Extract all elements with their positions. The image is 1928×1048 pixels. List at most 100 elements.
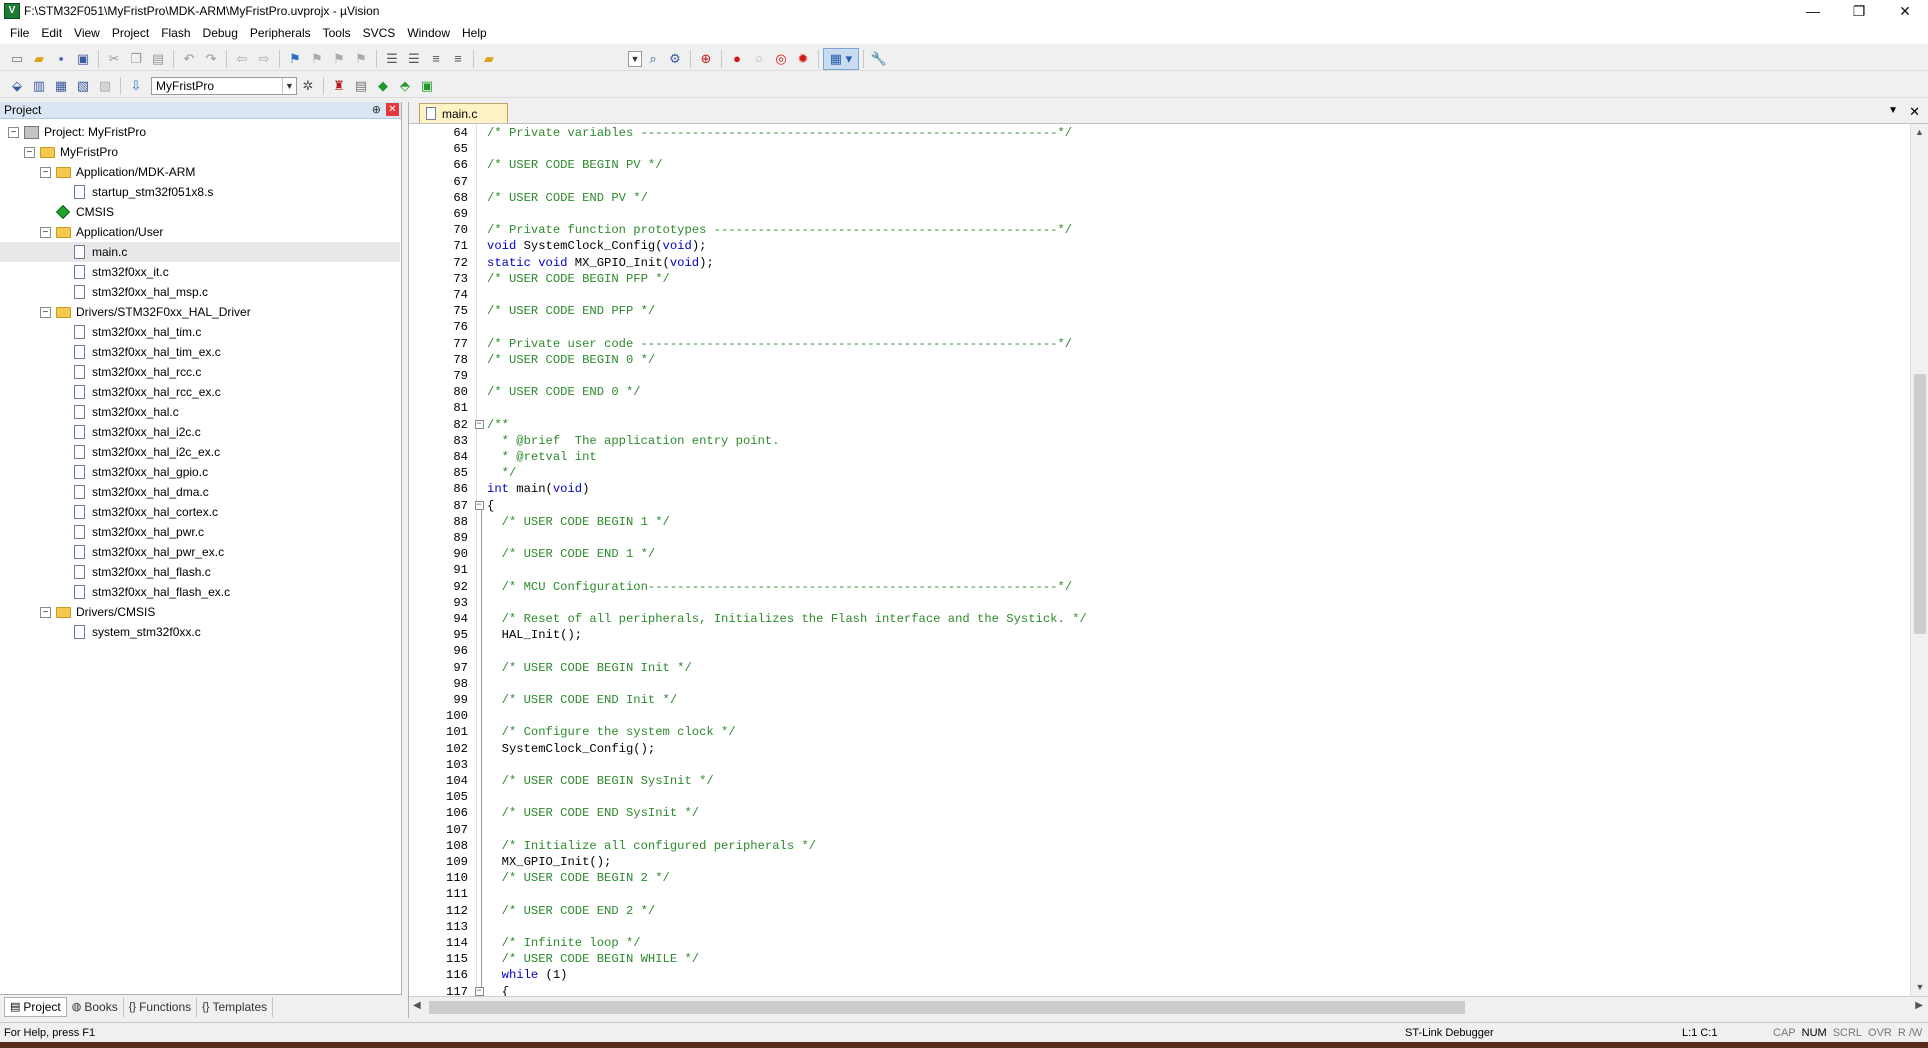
undo-icon[interactable]: ↶ (178, 48, 200, 70)
menu-file[interactable]: File (4, 22, 35, 44)
tree-item[interactable]: stm32f0xx_hal_msp.c (0, 282, 400, 302)
collapse-toggle-icon[interactable]: − (40, 166, 51, 178)
tree-item[interactable]: stm32f0xx_hal_i2c.c (0, 422, 400, 442)
tab-functions[interactable]: {} Functions (124, 996, 198, 1017)
tree-item[interactable]: stm32f0xx_hal_pwr.c (0, 522, 400, 542)
menu-tools[interactable]: Tools (317, 22, 357, 44)
download-icon[interactable]: ⇩ (125, 75, 147, 97)
scroll-left-icon[interactable]: ◀ (413, 1000, 421, 1011)
cut-icon[interactable]: ✂ (103, 48, 125, 70)
menu-project[interactable]: Project (106, 22, 155, 44)
select-software-packs-icon[interactable]: ⬘ (394, 75, 416, 97)
collapse-toggle-icon[interactable]: − (40, 606, 51, 618)
open-folder-icon[interactable]: ▰ (28, 48, 50, 70)
fold-toggle-icon[interactable]: − (474, 501, 484, 511)
tree-item[interactable]: − Application/User (0, 222, 400, 242)
tree-item[interactable]: stm32f0xx_hal_gpio.c (0, 462, 400, 482)
translate-icon[interactable]: ⬙ (6, 75, 28, 97)
pack-installer-icon[interactable]: ▣ (416, 75, 438, 97)
paste-icon[interactable]: ▤ (147, 48, 169, 70)
new-file-icon[interactable]: ▭ (6, 48, 28, 70)
tree-item[interactable]: stm32f0xx_hal_i2c_ex.c (0, 442, 400, 462)
configure-icon[interactable]: 🔧 (868, 48, 890, 70)
navigate-back-icon[interactable]: ⇦ (231, 48, 253, 70)
rebuild-icon[interactable]: ▦ (50, 75, 72, 97)
collapse-toggle-icon[interactable]: − (8, 126, 19, 138)
chevron-down-icon[interactable]: ▼ (628, 50, 642, 67)
find-in-files-icon[interactable]: ▰ (478, 48, 500, 70)
collapse-toggle-icon[interactable]: − (24, 146, 35, 158)
tree-item[interactable]: − Drivers/CMSIS (0, 602, 400, 622)
tab-books[interactable]: ◍ Books (67, 996, 124, 1017)
tree-item[interactable]: startup_stm32f051x8.s (0, 182, 400, 202)
incremental-find-icon[interactable]: ⚙ (664, 48, 686, 70)
target-select[interactable]: MyFristPro ▼ (151, 76, 297, 95)
insert-breakpoint-icon[interactable]: ● (726, 48, 748, 70)
code-area[interactable]: 64 /* Private variables -----------------… (409, 124, 1901, 996)
tree-item[interactable]: − MyFristPro (0, 142, 400, 162)
scroll-down-icon[interactable]: ▼ (1911, 979, 1928, 996)
save-all-icon[interactable]: ▣ (72, 48, 94, 70)
enable-breakpoint-icon[interactable]: ○ (748, 48, 770, 70)
menu-svcs[interactable]: SVCS (357, 22, 402, 44)
tree-item[interactable]: stm32f0xx_hal_dma.c (0, 482, 400, 502)
debug-session-icon[interactable]: ⊕ (695, 48, 717, 70)
collapse-icon[interactable]: − (474, 501, 484, 511)
tree-item[interactable]: stm32f0xx_hal_pwr_ex.c (0, 542, 400, 562)
find-icon[interactable]: ⌕ (642, 48, 664, 70)
indent-icon[interactable]: ☰ (381, 48, 403, 70)
collapse-icon[interactable]: − (474, 987, 484, 996)
tree-item[interactable]: stm32f0xx_hal_rcc_ex.c (0, 382, 400, 402)
bookmark-icon[interactable]: ⚑ (284, 48, 306, 70)
scroll-up-icon[interactable]: ▲ (1911, 124, 1928, 141)
clear-bookmarks-icon[interactable]: ⚑ (350, 48, 372, 70)
kill-breakpoints-icon[interactable]: ✹ (792, 48, 814, 70)
tree-item[interactable]: − Drivers/STM32F0xx_HAL_Driver (0, 302, 400, 322)
manage-run-time-environment-icon[interactable]: ◆ (372, 75, 394, 97)
manage-project-items-icon[interactable]: ♜ (328, 75, 350, 97)
collapse-toggle-icon[interactable]: − (40, 226, 51, 238)
stop-build-icon[interactable]: ▨ (94, 75, 116, 97)
close-icon[interactable]: ✕ (386, 103, 399, 116)
window-layout-icon[interactable]: ▦ ▾ (823, 47, 859, 70)
tree-item[interactable]: stm32f0xx_hal_rcc.c (0, 362, 400, 382)
collapse-icon[interactable]: − (474, 420, 484, 430)
menu-flash[interactable]: Flash (155, 22, 196, 44)
disable-breakpoints-icon[interactable]: ◎ (770, 48, 792, 70)
tree-item[interactable]: stm32f0xx_hal_tim.c (0, 322, 400, 342)
tab-project[interactable]: ▤ Project (4, 996, 67, 1017)
vertical-scrollbar[interactable]: ▲ ▼ (1910, 124, 1928, 996)
next-bookmark-icon[interactable]: ⚑ (328, 48, 350, 70)
chevron-down-icon[interactable]: ▼ (1888, 105, 1898, 116)
tree-item[interactable]: main.c (0, 242, 400, 262)
tree-item[interactable]: stm32f0xx_hal_tim_ex.c (0, 342, 400, 362)
tree-item[interactable]: − Project: MyFristPro (0, 122, 400, 142)
menu-edit[interactable]: Edit (35, 22, 68, 44)
uncomment-icon[interactable]: ≡ (447, 48, 469, 70)
target-options-icon[interactable]: ✲ (297, 75, 319, 97)
copy-icon[interactable]: ❐ (125, 48, 147, 70)
pin-icon[interactable]: ⊕ (372, 103, 381, 116)
scroll-thumb[interactable] (429, 1001, 1465, 1014)
prev-bookmark-icon[interactable]: ⚑ (306, 48, 328, 70)
menu-view[interactable]: View (68, 22, 106, 44)
menu-peripherals[interactable]: Peripherals (244, 22, 317, 44)
horizontal-scrollbar[interactable]: ◀ ▶ (409, 996, 1928, 1018)
batch-build-icon[interactable]: ▧ (72, 75, 94, 97)
menu-window[interactable]: Window (401, 22, 456, 44)
menu-debug[interactable]: Debug (197, 22, 244, 44)
fold-toggle-icon[interactable]: − (474, 987, 484, 996)
find-combo[interactable]: ▼ (628, 50, 642, 68)
tree-item[interactable]: stm32f0xx_hal.c (0, 402, 400, 422)
tree-item[interactable]: stm32f0xx_hal_cortex.c (0, 502, 400, 522)
navigate-forward-icon[interactable]: ⇨ (253, 48, 275, 70)
scroll-right-icon[interactable]: ▶ (1915, 1000, 1923, 1011)
tree-item[interactable]: stm32f0xx_it.c (0, 262, 400, 282)
close-window-button[interactable]: ✕ (1882, 0, 1928, 22)
tree-item[interactable]: − Application/MDK-ARM (0, 162, 400, 182)
tab-templates[interactable]: {} Templates (197, 996, 274, 1017)
file-extensions-icon[interactable]: ▤ (350, 75, 372, 97)
unindent-icon[interactable]: ☰ (403, 48, 425, 70)
redo-icon[interactable]: ↷ (200, 48, 222, 70)
minimize-button[interactable]: — (1790, 0, 1836, 22)
